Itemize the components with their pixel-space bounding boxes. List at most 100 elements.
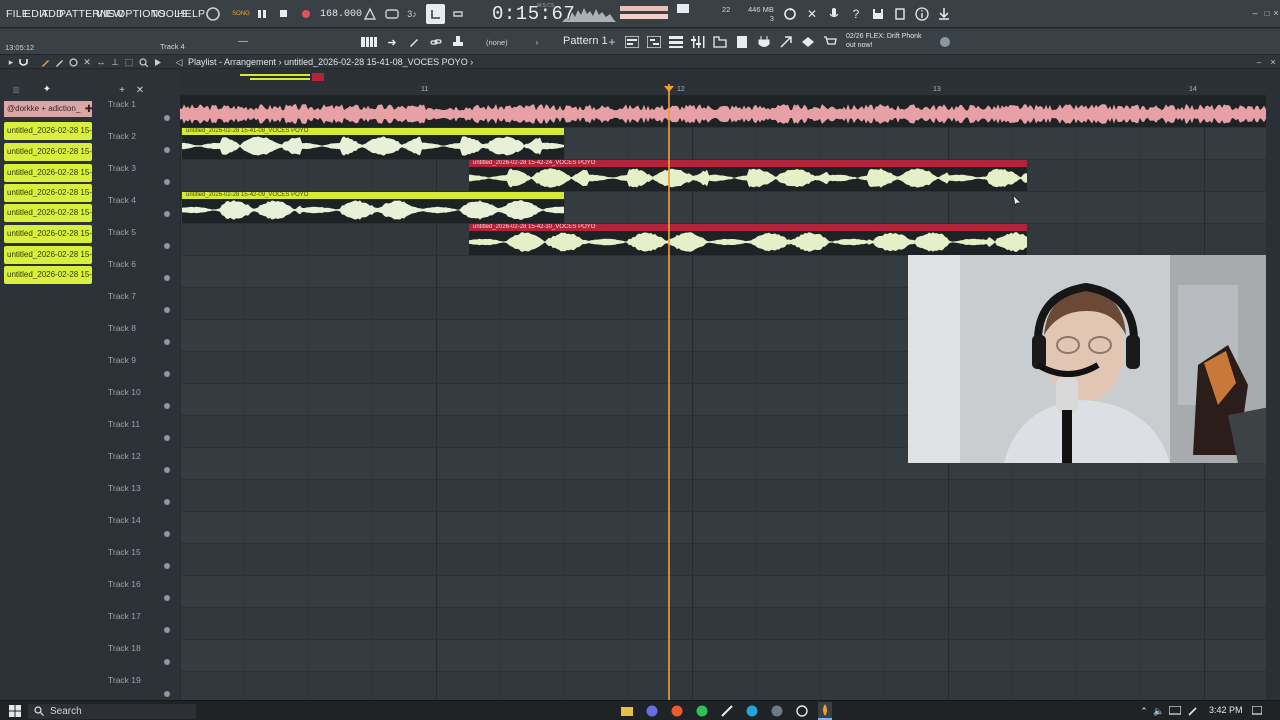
- vertical-scrollbar[interactable]: [1266, 84, 1280, 700]
- piano-roll-icon[interactable]: [646, 34, 662, 50]
- timeline-ruler[interactable]: 11 12 13 14: [180, 84, 1266, 96]
- track-mute-led[interactable]: [164, 659, 170, 665]
- pencil-icon[interactable]: [406, 35, 422, 49]
- track-mute-led[interactable]: [164, 499, 170, 505]
- info-icon[interactable]: [914, 6, 930, 22]
- snap-line-icon[interactable]: —: [236, 35, 250, 47]
- loop-record-icon[interactable]: [450, 6, 466, 22]
- steam-icon[interactable]: [770, 704, 784, 718]
- track-lane[interactable]: [180, 480, 1266, 512]
- stop-icon[interactable]: [278, 7, 290, 21]
- mute-tool-icon[interactable]: ✕: [82, 56, 92, 68]
- pen-icon[interactable]: [1186, 704, 1200, 718]
- refresh-icon[interactable]: [782, 6, 798, 22]
- track-name[interactable]: Track 13: [108, 483, 141, 493]
- track-mute-led[interactable]: [164, 307, 170, 313]
- audio-clip[interactable]: untitled_2026-02-28 15-42-09_VOCES POYO: [182, 192, 564, 223]
- menu-help[interactable]: HELP: [177, 8, 205, 20]
- stamp-selector[interactable]: (none): [486, 38, 508, 47]
- touch-keyboard-icon[interactable]: [778, 34, 794, 50]
- playhead-marker[interactable]: [664, 86, 674, 92]
- pause-icon[interactable]: [256, 7, 268, 21]
- track-mute-led[interactable]: [164, 531, 170, 537]
- breadcrumb-playlist[interactable]: Playlist - Arrangement: [188, 57, 276, 67]
- countdown-icon[interactable]: 3♪: [404, 6, 420, 22]
- audio-clip[interactable]: untitled_2026-02-28 15-42-30_VOCES POYO: [469, 224, 1027, 255]
- step-edit-icon[interactable]: [426, 4, 445, 24]
- select-tool-icon[interactable]: ⬚: [124, 56, 134, 68]
- taskbar-search[interactable]: Search: [28, 704, 196, 719]
- record-icon[interactable]: [300, 7, 312, 21]
- minimize-icon[interactable]: –: [1250, 6, 1260, 20]
- track-lane[interactable]: [180, 576, 1266, 608]
- download-icon[interactable]: [936, 6, 952, 22]
- picker-expand-icon[interactable]: ✦: [40, 83, 54, 95]
- playlist-nav-icon[interactable]: ◁: [174, 56, 184, 68]
- picker-item-audio[interactable]: untitled_2026-02-28 15-: [4, 204, 92, 222]
- track-name[interactable]: Track 9: [108, 355, 136, 365]
- file-explorer-icon[interactable]: [620, 704, 634, 718]
- track-mute-led[interactable]: [164, 211, 170, 217]
- project-icon[interactable]: [734, 34, 750, 50]
- playhead-line[interactable]: [668, 84, 670, 700]
- picker-item-audio[interactable]: untitled_2026-02-28 15-: [4, 184, 92, 202]
- brave-icon[interactable]: [670, 704, 684, 718]
- picker-item-audio[interactable]: untitled_2026-02-28 15-: [4, 164, 92, 182]
- audio-clip[interactable]: untitled_2026-02-28 15-41-08_VOCES POYO: [182, 128, 564, 159]
- track-name[interactable]: Track 5: [108, 227, 136, 237]
- track-lane[interactable]: [180, 640, 1266, 672]
- metronome-icon[interactable]: [362, 6, 378, 22]
- audio-clip[interactable]: [180, 96, 1266, 127]
- track-mute-led[interactable]: [164, 691, 170, 697]
- track-name[interactable]: Track 11: [108, 419, 140, 429]
- song-mode-label[interactable]: SONG: [230, 4, 252, 24]
- add-track-icon[interactable]: +: [116, 85, 128, 96]
- news-panel[interactable]: 02/26 FLEX: Drift Phonk out now!: [846, 32, 922, 50]
- volume-icon[interactable]: 🔈: [1152, 704, 1166, 718]
- track-name[interactable]: Track 15: [108, 547, 141, 557]
- save-icon[interactable]: [870, 6, 886, 22]
- paint-tool-icon[interactable]: [54, 56, 64, 68]
- track-name[interactable]: Track 19: [108, 675, 141, 685]
- magnet-icon[interactable]: [18, 56, 28, 68]
- track-name[interactable]: Track 8: [108, 323, 136, 333]
- edge-icon[interactable]: [745, 704, 759, 718]
- pattern-selector[interactable]: Pattern 1: [563, 35, 608, 47]
- plugin-picker-icon[interactable]: [756, 34, 772, 50]
- track-mute-led[interactable]: [164, 115, 170, 121]
- zoom-tool-icon[interactable]: [138, 56, 148, 68]
- arrow-right-icon[interactable]: ➜: [384, 35, 400, 49]
- link-icon[interactable]: [428, 35, 444, 49]
- track-lane[interactable]: [180, 608, 1266, 640]
- picker-item-audio[interactable]: untitled_2026-02-28 15-: [4, 143, 92, 161]
- system-time[interactable]: 3:42 PM: [1209, 705, 1243, 715]
- pattern-song-toggle-icon[interactable]: [204, 6, 222, 22]
- track-name[interactable]: Track 6: [108, 259, 136, 269]
- cart-icon[interactable]: [822, 34, 838, 50]
- track-lane[interactable]: [180, 512, 1266, 544]
- obs-icon[interactable]: [795, 704, 809, 718]
- track-name[interactable]: Track 17: [108, 611, 141, 621]
- track-mute-led[interactable]: [164, 339, 170, 345]
- discord-icon[interactable]: [645, 704, 659, 718]
- app-icon[interactable]: [720, 704, 734, 718]
- track-mute-led[interactable]: [164, 403, 170, 409]
- track-name[interactable]: Track 7: [108, 291, 136, 301]
- track-lane[interactable]: [180, 672, 1266, 700]
- track-name[interactable]: Track 10: [108, 387, 141, 397]
- picker-item-audio[interactable]: untitled_2026-02-28 15-: [4, 266, 92, 284]
- track-lane[interactable]: [180, 544, 1266, 576]
- maximize-icon[interactable]: □: [1262, 6, 1272, 20]
- microphone-icon[interactable]: [826, 6, 842, 22]
- collapse-tracks-icon[interactable]: ✕: [134, 85, 146, 96]
- picker-item-audio[interactable]: untitled_2026-02-28 15-: [4, 246, 92, 264]
- track-name[interactable]: Track 16: [108, 579, 141, 589]
- breadcrumb-clip[interactable]: untitled_2026-02-28 15-41-08_VOCES POYO: [284, 57, 468, 67]
- flex-icon[interactable]: [800, 34, 816, 50]
- keyboard-icon[interactable]: [360, 35, 378, 49]
- playback-tool-icon[interactable]: [152, 56, 162, 68]
- track-mute-led[interactable]: [164, 371, 170, 377]
- track-mute-led[interactable]: [164, 595, 170, 601]
- fl-studio-icon[interactable]: [818, 702, 832, 720]
- wait-input-icon[interactable]: [384, 6, 400, 22]
